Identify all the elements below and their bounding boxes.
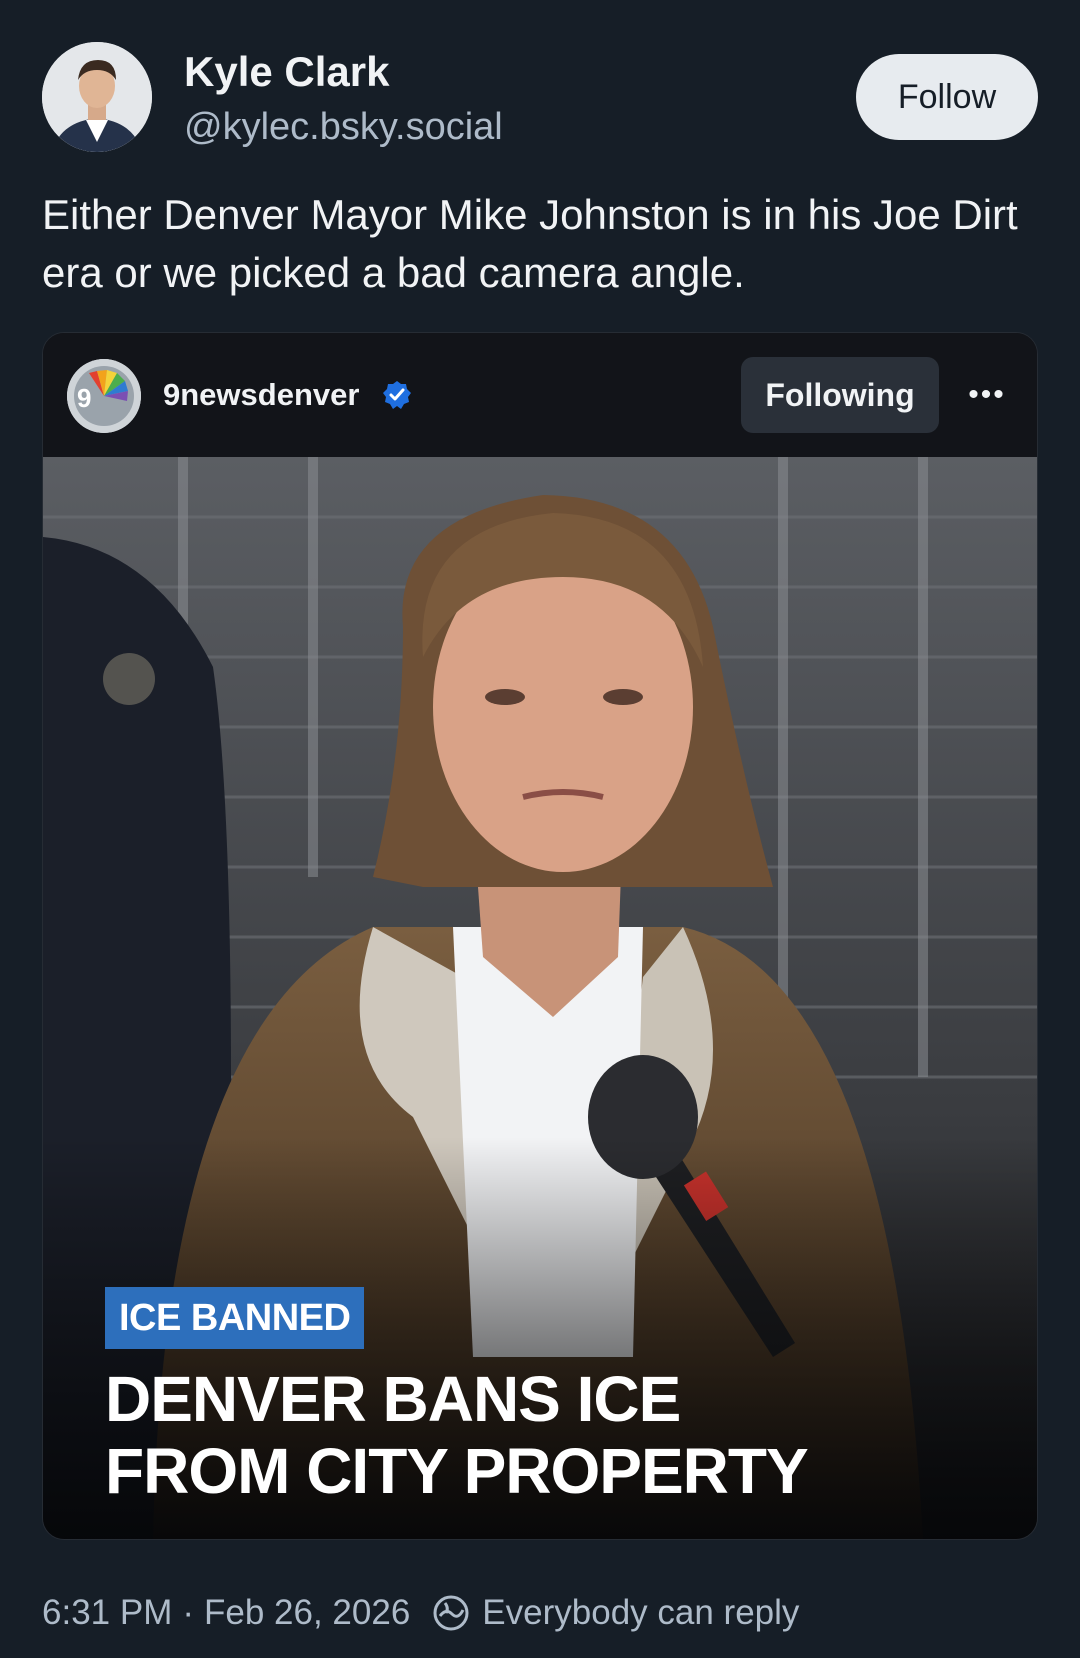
- author-handle[interactable]: @kylec.bsky.social: [184, 102, 503, 152]
- follow-button[interactable]: Follow: [856, 54, 1038, 140]
- svg-text:9: 9: [77, 383, 91, 413]
- reply-settings-icon[interactable]: [432, 1594, 470, 1632]
- following-button[interactable]: Following: [741, 357, 939, 433]
- footer-separator: ·: [182, 1593, 195, 1632]
- reply-setting-text[interactable]: Everybody can reply: [482, 1593, 799, 1633]
- 9news-logo[interactable]: 9: [67, 359, 141, 433]
- embedded-media-card[interactable]: 9 9newsdenver Following ••• ICE BANNED D…: [42, 332, 1038, 1540]
- more-options-icon[interactable]: •••: [965, 377, 1009, 413]
- headline-line-2: FROM CITY PROPERTY: [105, 1435, 809, 1507]
- news-headline: DENVER BANS ICE FROM CITY PROPERTY: [105, 1363, 1005, 1507]
- post-card: Kyle Clark @kylec.bsky.social Follow Eit…: [0, 0, 1080, 1658]
- verified-badge-icon: [383, 381, 411, 409]
- author-avatar[interactable]: [42, 42, 152, 152]
- post-text: Either Denver Mayor Mike Johnston is in …: [42, 191, 1018, 296]
- headline-line-1: DENVER BANS ICE: [105, 1363, 681, 1435]
- author-display-name[interactable]: Kyle Clark: [184, 44, 389, 100]
- post-date: Feb 26, 2026: [204, 1593, 411, 1632]
- news-tag-label: ICE BANNED: [105, 1287, 365, 1349]
- post-time: 6:31 PM: [42, 1593, 173, 1632]
- post-footer: 6:31 PM · Feb 26, 2026 Everybody can rep…: [42, 1588, 799, 1638]
- embed-account-name[interactable]: 9newsdenver: [163, 375, 359, 415]
- embed-header: 9 9newsdenver Following •••: [43, 333, 1037, 457]
